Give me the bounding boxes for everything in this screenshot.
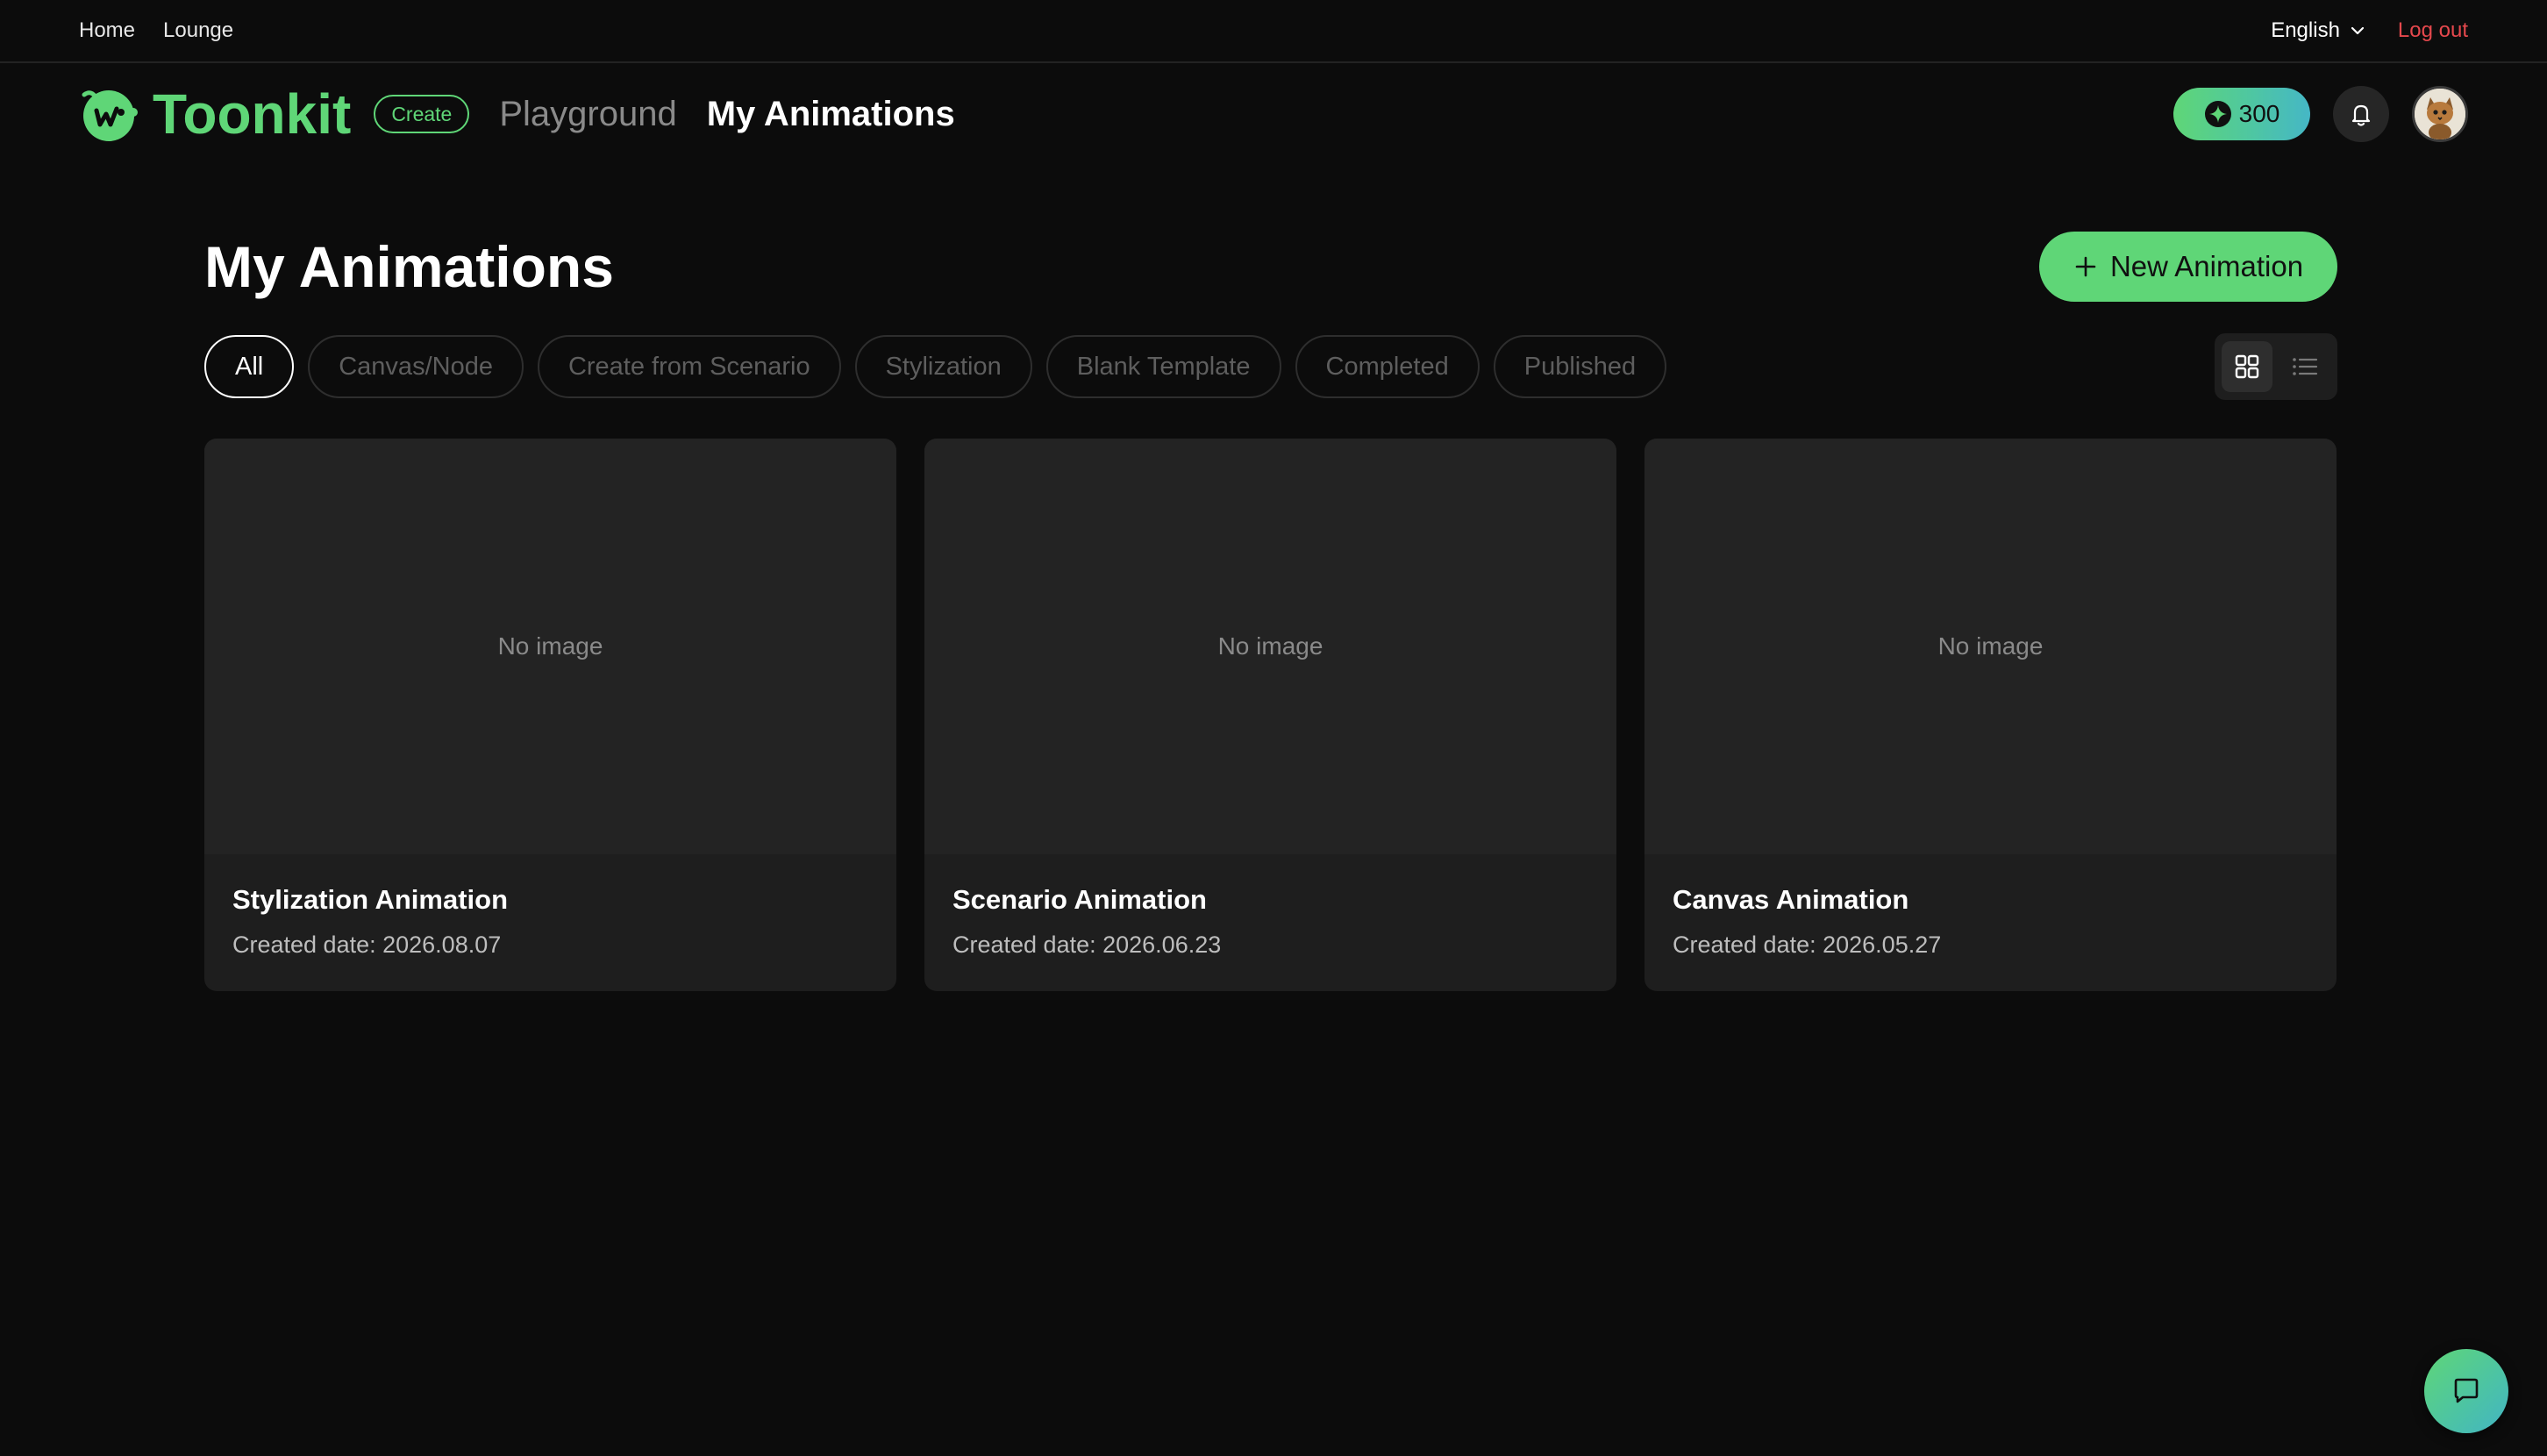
cat-avatar-icon xyxy=(2415,89,2465,139)
logout-link[interactable]: Log out xyxy=(2398,18,2468,43)
card-title: Scenario Animation xyxy=(952,884,1207,915)
top-utility-bar: Home Lounge English Log out xyxy=(0,0,2547,63)
card-thumbnail: No image xyxy=(924,439,1616,854)
no-image-placeholder: No image xyxy=(1937,632,2044,660)
language-selector[interactable]: English xyxy=(2271,18,2366,43)
lounge-link[interactable]: Lounge xyxy=(163,18,233,43)
card-title: Canvas Animation xyxy=(1673,884,1909,915)
bell-icon xyxy=(2351,104,2371,126)
plus-icon xyxy=(2075,256,2096,277)
chevron-down-icon xyxy=(2351,26,2365,35)
title-row: My Animations New Animation xyxy=(204,221,2337,312)
credits-count: 300 xyxy=(2238,100,2280,127)
filter-stylization[interactable]: Stylization xyxy=(854,335,1032,398)
language-label: English xyxy=(2271,18,2340,42)
notifications-button[interactable] xyxy=(2333,86,2389,142)
nav-playground[interactable]: Playground xyxy=(499,95,676,134)
card-thumbnail: No image xyxy=(204,439,896,854)
toonkit-logo-icon xyxy=(82,90,138,141)
sparkle-icon xyxy=(2204,101,2231,127)
avatar[interactable] xyxy=(2412,86,2468,142)
page-title: My Animations xyxy=(204,234,614,299)
list-icon xyxy=(2293,358,2318,375)
card-date: Created date: 2026.06.23 xyxy=(952,931,1222,958)
grid-view-button[interactable] xyxy=(2222,341,2272,392)
animation-grid: No image Stylization Animation Created d… xyxy=(204,439,2337,991)
card-date: Created date: 2026.08.07 xyxy=(232,931,502,958)
card-body: Canvas Animation Created date: 2026.05.2… xyxy=(1644,854,2337,959)
new-animation-button[interactable]: New Animation xyxy=(2039,232,2337,302)
brand-logo[interactable]: Toonkit xyxy=(79,82,351,146)
credits-button[interactable]: 300 xyxy=(2173,88,2310,140)
page: Home Lounge English Log out Toonkit Crea… xyxy=(0,0,2547,1456)
filter-canvas-node[interactable]: Canvas/Node xyxy=(308,335,524,398)
create-badge[interactable]: Create xyxy=(374,95,470,133)
chat-bubble-icon xyxy=(2454,1378,2479,1403)
animation-card[interactable]: No image Stylization Animation Created d… xyxy=(204,439,896,991)
filter-row: All Canvas/Node Create from Scenario Sty… xyxy=(204,333,2337,400)
home-link[interactable]: Home xyxy=(79,18,135,43)
new-animation-label: New Animation xyxy=(2109,250,2304,282)
card-date: Created date: 2026.05.27 xyxy=(1673,931,1942,958)
nav-my-animations[interactable]: My Animations xyxy=(707,95,955,134)
filter-all[interactable]: All xyxy=(204,335,295,398)
filter-completed[interactable]: Completed xyxy=(1295,335,1480,398)
card-title: Stylization Animation xyxy=(232,884,509,915)
card-thumbnail: No image xyxy=(1644,439,2337,854)
brand-name: Toonkit xyxy=(153,82,352,146)
main-header: Toonkit Create Playground My Animations … xyxy=(0,63,2547,165)
grid-icon xyxy=(2235,354,2259,379)
filter-chips: All Canvas/Node Create from Scenario Sty… xyxy=(204,335,1680,398)
no-image-placeholder: No image xyxy=(1217,632,1323,660)
card-body: Scenario Animation Created date: 2026.06… xyxy=(924,854,1616,959)
list-view-button[interactable] xyxy=(2279,341,2330,392)
card-body: Stylization Animation Created date: 2026… xyxy=(204,854,896,959)
chat-button[interactable] xyxy=(2424,1349,2508,1433)
filter-create-from-scenario[interactable]: Create from Scenario xyxy=(537,335,841,398)
filter-published[interactable]: Published xyxy=(1493,335,1667,398)
animation-card[interactable]: No image Canvas Animation Created date: … xyxy=(1644,439,2337,991)
view-mode-toggle xyxy=(2215,333,2337,400)
main-content: My Animations New Animation All Canvas/N… xyxy=(204,232,2337,991)
no-image-placeholder: No image xyxy=(497,632,603,660)
animation-card[interactable]: No image Scenario Animation Created date… xyxy=(924,439,1616,991)
filter-blank-template[interactable]: Blank Template xyxy=(1045,335,1281,398)
